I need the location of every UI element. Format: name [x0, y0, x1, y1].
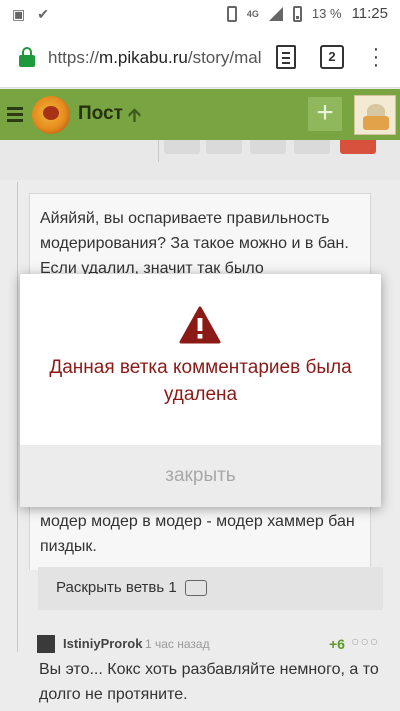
- hamburger-icon[interactable]: [7, 107, 23, 122]
- dialog-message: Данная ветка комментариев была удалена: [49, 357, 352, 405]
- browser-toolbar: https://m.pikabu.ru/story/mal 2 · · ·: [0, 29, 400, 88]
- url-path: /story/mal: [187, 48, 262, 67]
- expand-thread-button[interactable]: Раскрыть ветвь 1: [38, 567, 383, 610]
- url-bar[interactable]: https://m.pikabu.ru/story/mal: [48, 48, 263, 68]
- more-options-icon[interactable]: ○○○: [351, 633, 379, 649]
- post-action-button[interactable]: [206, 140, 242, 154]
- close-button[interactable]: закрыть: [20, 445, 381, 507]
- user-avatar[interactable]: [354, 95, 396, 135]
- tabs-count-button[interactable]: 2: [320, 45, 344, 69]
- comment-icon[interactable]: [294, 140, 330, 154]
- menu-kebab-icon[interactable]: · · ·: [368, 39, 384, 75]
- status-bar: ▣ ✔ 4G 13 % 11:25: [0, 0, 400, 29]
- signal-icon: [268, 6, 283, 21]
- clock: 11:25: [351, 5, 388, 22]
- comment-username[interactable]: IstiniyProrok: [63, 636, 142, 651]
- add-post-button[interactable]: +: [308, 97, 342, 131]
- page-title: Пост: [78, 103, 123, 124]
- comment-text: Айяйяй, вы оспариваете правильность моде…: [29, 193, 371, 283]
- reader-mode-icon[interactable]: [276, 45, 296, 69]
- avatar[interactable]: [37, 635, 55, 653]
- save-icon[interactable]: [250, 140, 286, 154]
- expand-thread-label: Раскрыть ветвь 1: [56, 579, 177, 596]
- image-icon: ▣: [12, 6, 26, 22]
- arrow-up-icon[interactable]: 🡩: [128, 103, 141, 133]
- battery-icon: [292, 5, 302, 22]
- warning-icon: [179, 306, 221, 344]
- site-logo[interactable]: [32, 96, 70, 134]
- network-label: 4G: [246, 8, 259, 19]
- post-action-button[interactable]: [164, 140, 200, 154]
- chat-bubble-icon: [184, 580, 207, 597]
- battery-percent: 13 %: [311, 6, 342, 21]
- comment-text: Вы это... Кокс хоть разбавляйте немного,…: [39, 661, 379, 703]
- url-prefix: https://: [48, 48, 100, 67]
- comment-rating: +6: [329, 636, 345, 652]
- lock-icon[interactable]: [19, 47, 35, 67]
- phone-icon: [226, 5, 237, 22]
- check-icon: ✔: [37, 6, 49, 22]
- url-host: m.pikabu.ru: [99, 48, 188, 67]
- thread-line: [17, 182, 18, 652]
- report-button[interactable]: [340, 140, 376, 154]
- deleted-thread-dialog: Данная ветка комментариев была удалена з…: [20, 274, 381, 507]
- comment-timestamp: 1 час назад: [145, 637, 210, 651]
